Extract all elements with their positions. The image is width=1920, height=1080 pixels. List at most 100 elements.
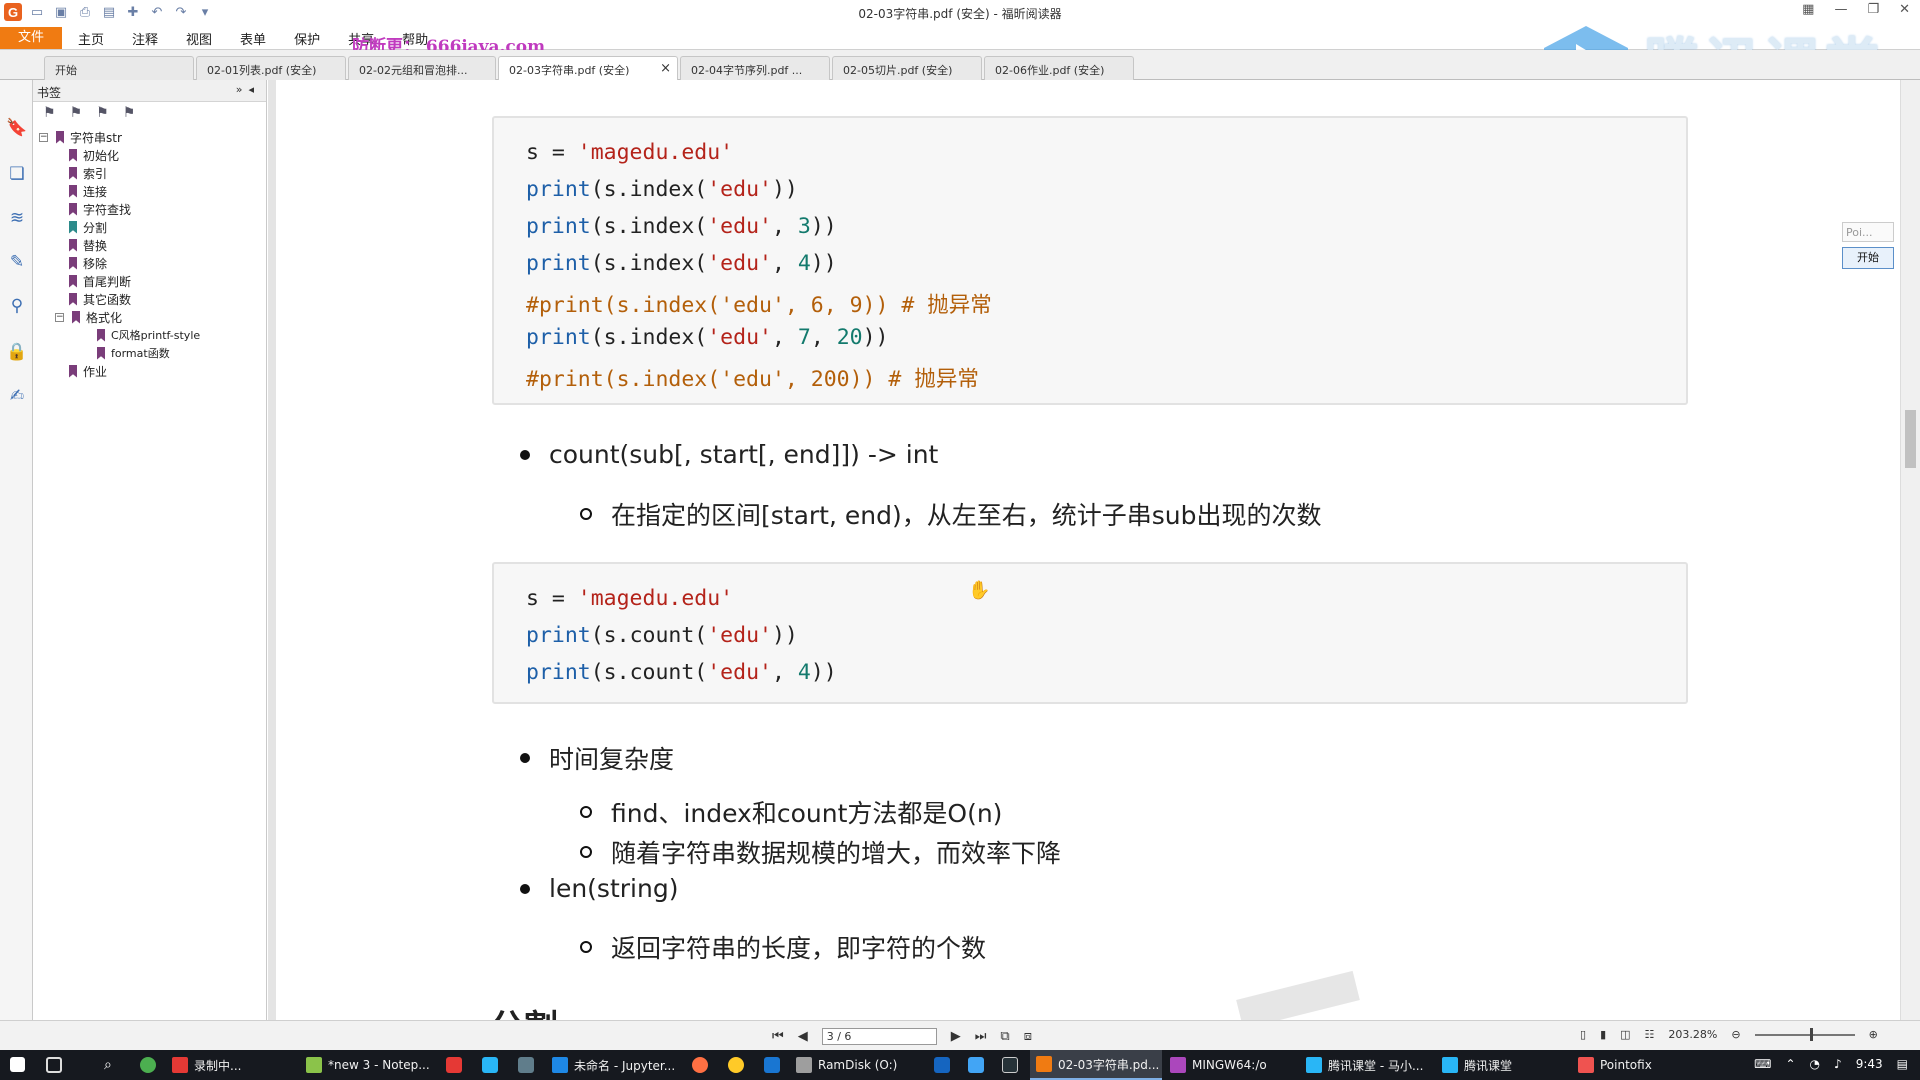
code-token: (s.index(: [590, 325, 708, 350]
menu-form[interactable]: 表单: [240, 29, 266, 48]
menu-protect[interactable]: 保护: [294, 29, 320, 48]
zoom-level[interactable]: 203.28%: [1668, 1028, 1717, 1041]
bookmark-item-current[interactable]: 分割: [69, 218, 107, 236]
comments-panel-icon[interactable]: ✎: [6, 252, 28, 274]
prev-page-icon[interactable]: ◀: [798, 1029, 808, 1044]
security-panel-icon[interactable]: 🔒: [6, 342, 28, 364]
minimize-icon[interactable]: —: [1834, 2, 1847, 17]
pointofix-start-button[interactable]: 开始: [1842, 247, 1894, 269]
attachments-panel-icon[interactable]: ⚲: [6, 296, 28, 318]
tab-close-icon[interactable]: ×: [660, 61, 671, 76]
app-icon[interactable]: [968, 1057, 984, 1073]
add-bookmark-icon[interactable]: ⚑: [70, 105, 83, 126]
network-icon[interactable]: ◔: [1810, 1057, 1820, 1071]
bookmark-item[interactable]: 其它函数: [69, 290, 131, 308]
task-view-icon[interactable]: [46, 1057, 62, 1073]
tab-list-pdf[interactable]: 02-01列表.pdf (安全): [196, 56, 346, 80]
tab-start[interactable]: 开始: [44, 56, 194, 80]
app-icon[interactable]: [934, 1057, 950, 1073]
panel-controls[interactable]: »◂: [236, 83, 260, 96]
delete-bookmark-icon[interactable]: ⚑: [96, 105, 109, 126]
zoom-in-icon[interactable]: ⊕: [1869, 1028, 1878, 1041]
last-page-icon[interactable]: ⏭: [975, 1029, 987, 1044]
pages-panel-icon[interactable]: ❏: [6, 164, 28, 186]
pycharm-icon[interactable]: [1002, 1057, 1018, 1073]
app-icon[interactable]: [728, 1057, 744, 1073]
pointofix-label[interactable]: Poi...: [1842, 222, 1894, 242]
continuous-page-icon[interactable]: ▮: [1600, 1028, 1606, 1041]
tab-homework-pdf[interactable]: 02-06作业.pdf (安全): [984, 56, 1134, 80]
search-icon[interactable]: ⌕: [104, 1057, 120, 1073]
menu-comment[interactable]: 注释: [132, 29, 158, 48]
zoom-slider[interactable]: [1754, 1027, 1855, 1041]
tab-string-pdf[interactable]: 02-03字符串.pdf (安全) ×: [498, 56, 678, 81]
page-number-field[interactable]: 3 / 6: [821, 1028, 937, 1045]
signature-panel-icon[interactable]: ✍: [6, 386, 28, 408]
code-block-count: s = 'magedu.edu' print(s.count('edu')) pri…: [492, 562, 1688, 704]
vscode-icon[interactable]: [764, 1057, 780, 1073]
tab-slice-pdf[interactable]: 02-05切片.pdf (安全): [832, 56, 982, 80]
taskbar-item-ramdisk[interactable]: RamDisk (O:): [796, 1050, 926, 1080]
menu-home[interactable]: 主页: [78, 29, 104, 48]
bookmark-flag-icon: [72, 310, 80, 324]
vertical-scrollbar[interactable]: [1900, 80, 1920, 1020]
bookmark-panel-icon[interactable]: 🔖: [6, 118, 28, 140]
app-icon[interactable]: [692, 1057, 708, 1073]
bookmark-item[interactable]: 连接: [69, 182, 107, 200]
bookmark-subitem[interactable]: format函数: [97, 344, 170, 362]
code-line: print(s.count('edu', 4)): [526, 660, 837, 685]
tab-tuple-pdf[interactable]: 02-02元组和冒泡排...: [348, 56, 496, 80]
start-windows-icon[interactable]: [10, 1057, 25, 1072]
list-subitem: find、index和count方法都是O(n): [580, 794, 1002, 830]
taskbar-item-foxit[interactable]: 02-03字符串.pd...: [1030, 1050, 1162, 1080]
notification-icon[interactable]: ▤: [1897, 1057, 1908, 1071]
keyboard-icon[interactable]: ⌨: [1754, 1057, 1771, 1071]
app-icon[interactable]: [446, 1057, 462, 1073]
taskbar-item-tencent-2[interactable]: 腾讯课堂: [1442, 1050, 1572, 1080]
bookmark-item[interactable]: 字符查找: [69, 200, 131, 218]
restore-icon[interactable]: ❐: [1867, 2, 1879, 17]
collapse-icon[interactable]: −: [39, 132, 48, 142]
taskbar-item-tencent-1[interactable]: 腾讯课堂 - 马小...: [1306, 1050, 1440, 1080]
bookmark-root[interactable]: − 字符串str: [39, 128, 122, 146]
chrome-icon[interactable]: [140, 1057, 156, 1073]
tray-expand-icon[interactable]: ⌃: [1785, 1057, 1795, 1071]
taskbar-item-jupyter[interactable]: 未命名 - Jupyter...: [552, 1050, 682, 1080]
volume-icon[interactable]: ♪: [1834, 1057, 1842, 1071]
copy-view-icon[interactable]: ⧉: [1000, 1029, 1009, 1044]
close-icon[interactable]: ✕: [1899, 2, 1910, 17]
bookmark-item[interactable]: 移除: [69, 254, 107, 272]
bookmark-item[interactable]: 替换: [69, 236, 107, 254]
clock[interactable]: 9:43: [1856, 1057, 1883, 1071]
taskbar-item-pointofix[interactable]: Pointofix: [1578, 1050, 1688, 1080]
single-page-icon[interactable]: ▯: [1580, 1028, 1586, 1041]
tab-bytes-pdf[interactable]: 02-04字节序列.pdf ...: [680, 56, 830, 80]
bookmark-item[interactable]: 索引: [69, 164, 107, 182]
taskbar-item-mingw[interactable]: MINGW64:/o: [1170, 1050, 1300, 1080]
bookmark-item[interactable]: 首尾判断: [69, 272, 131, 290]
app-icon[interactable]: [518, 1057, 534, 1073]
scrollbar-thumb[interactable]: [1905, 410, 1916, 468]
bookmark-subitem[interactable]: C风格printf-style: [97, 326, 200, 344]
app-icon[interactable]: [482, 1057, 498, 1073]
code-token: #print(s.index('edu', 200)) # 抛异常: [526, 367, 979, 392]
layout-icon[interactable]: ▦: [1802, 2, 1814, 17]
first-page-icon[interactable]: ⏮: [772, 1029, 784, 1044]
bookmark-item[interactable]: 初始化: [69, 146, 119, 164]
find-bookmark-icon[interactable]: ⚑: [123, 105, 136, 126]
taskbar-item-notepad[interactable]: *new 3 - Notep...: [306, 1050, 434, 1080]
collapse-icon[interactable]: −: [55, 312, 64, 322]
facing-page-icon[interactable]: ◫: [1620, 1028, 1630, 1041]
expand-bookmark-icon[interactable]: ⚑: [43, 105, 56, 126]
menu-file[interactable]: 文件: [0, 27, 62, 49]
bookmark-item[interactable]: − 格式化: [55, 308, 122, 326]
menu-view[interactable]: 视图: [186, 29, 212, 48]
paste-view-icon[interactable]: ⧈: [1024, 1029, 1032, 1044]
split-view-icon[interactable]: ☷: [1645, 1028, 1655, 1041]
zoom-out-icon[interactable]: ⊖: [1731, 1028, 1740, 1041]
taskbar-item-recording[interactable]: 录制中...: [172, 1050, 300, 1080]
code-token: ,: [771, 251, 798, 276]
next-page-icon[interactable]: ▶: [951, 1029, 961, 1044]
bookmark-item[interactable]: 作业: [69, 362, 107, 380]
layers-panel-icon[interactable]: ≋: [6, 208, 28, 230]
